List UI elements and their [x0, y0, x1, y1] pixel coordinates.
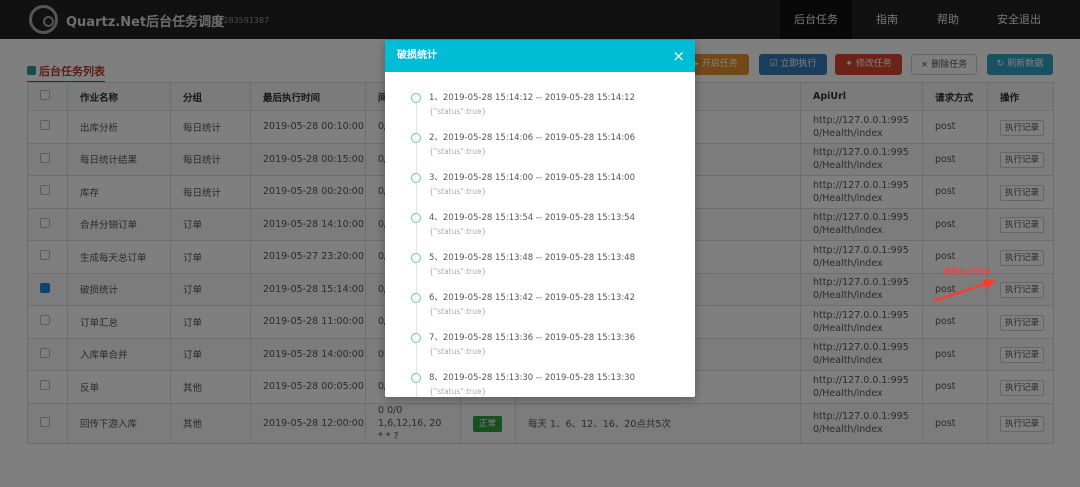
timeline-item: 4、2019-05-28 15:13:54 -- 2019-05-28 15:1…: [411, 213, 635, 253]
timeline-item: 8、2019-05-28 15:13:30 -- 2019-05-28 15:1…: [411, 373, 635, 397]
record-time: 1、2019-05-28 15:14:12 -- 2019-05-28 15:1…: [429, 93, 635, 103]
circle-icon: [411, 373, 421, 383]
timeline-item: 7、2019-05-28 15:13:36 -- 2019-05-28 15:1…: [411, 333, 635, 373]
record-result: {"status":true}: [429, 147, 487, 156]
record-time: 6、2019-05-28 15:13:42 -- 2019-05-28 15:1…: [429, 293, 635, 303]
timeline-item: 2、2019-05-28 15:14:06 -- 2019-05-28 15:1…: [411, 133, 635, 173]
circle-icon: [411, 93, 421, 103]
record-result: {"status":true}: [429, 387, 487, 396]
record-result: {"status":true}: [429, 107, 487, 116]
circle-icon: [411, 173, 421, 183]
record-result: {"status":true}: [429, 307, 487, 316]
close-icon[interactable]: ×: [672, 40, 685, 72]
record-time: 8、2019-05-28 15:13:30 -- 2019-05-28 15:1…: [429, 373, 635, 383]
record-time: 2、2019-05-28 15:14:06 -- 2019-05-28 15:1…: [429, 133, 635, 143]
record-result: {"status":true}: [429, 267, 487, 276]
timeline-item: 5、2019-05-28 15:13:48 -- 2019-05-28 15:1…: [411, 253, 635, 293]
circle-icon: [411, 253, 421, 263]
timeline-item: 6、2019-05-28 15:13:42 -- 2019-05-28 15:1…: [411, 293, 635, 333]
modal-header: 破损统计 ×: [385, 40, 695, 72]
record-time: 4、2019-05-28 15:13:54 -- 2019-05-28 15:1…: [429, 213, 635, 223]
record-result: {"status":true}: [429, 187, 487, 196]
circle-icon: [411, 333, 421, 343]
record-result: {"status":true}: [429, 347, 487, 356]
record-time: 3、2019-05-28 15:14:00 -- 2019-05-28 15:1…: [429, 173, 635, 183]
execution-log-modal: 破损统计 × 1、2019-05-28 15:14:12 -- 2019-05-2…: [385, 40, 695, 397]
annotation-arrow-icon: [933, 279, 996, 303]
circle-icon: [411, 133, 421, 143]
record-time: 7、2019-05-28 15:13:36 -- 2019-05-28 15:1…: [429, 333, 635, 343]
circle-icon: [411, 213, 421, 223]
circle-icon: [411, 293, 421, 303]
record-result: {"status":true}: [429, 227, 487, 236]
timeline: 1、2019-05-28 15:14:12 -- 2019-05-28 15:1…: [411, 93, 635, 397]
timeline-item: 1、2019-05-28 15:14:12 -- 2019-05-28 15:1…: [411, 93, 635, 133]
record-time: 5、2019-05-28 15:13:48 -- 2019-05-28 15:1…: [429, 253, 635, 263]
modal-title: 破损统计: [397, 50, 437, 61]
timeline-item: 3、2019-05-28 15:14:00 -- 2019-05-28 15:1…: [411, 173, 635, 213]
